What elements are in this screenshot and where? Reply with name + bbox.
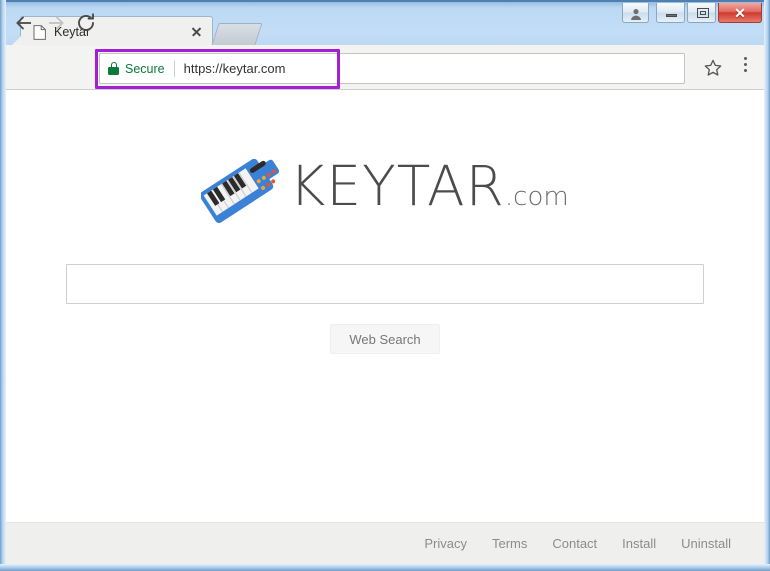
footer-link-contact[interactable]: Contact: [552, 536, 597, 551]
lock-icon: [108, 62, 119, 75]
forward-button: [44, 11, 68, 35]
address-bar[interactable]: Secure https://keytar.com: [99, 53, 685, 84]
close-window-button[interactable]: ✕: [718, 3, 762, 23]
close-icon: ✕: [719, 3, 761, 22]
back-button[interactable]: [12, 11, 36, 35]
person-account-button[interactable]: [622, 3, 649, 23]
logo-wordmark: KEYTAR.com: [289, 159, 568, 214]
page-footer: Privacy Terms Contact Install Uninstall: [6, 522, 764, 564]
window-frame-left: [0, 0, 6, 571]
window-frame-bottom: [0, 564, 770, 571]
footer-link-uninstall[interactable]: Uninstall: [681, 536, 731, 551]
keytar-instrument-icon: [201, 142, 287, 230]
footer-link-privacy[interactable]: Privacy: [424, 536, 467, 551]
minimize-icon: [666, 14, 677, 17]
window-controls: ✕: [622, 3, 762, 23]
reload-button[interactable]: [74, 11, 98, 35]
tab-close-icon[interactable]: [188, 24, 204, 40]
maximize-icon: [697, 8, 709, 18]
logo-suffix: .com: [505, 182, 569, 212]
bookmark-star-icon[interactable]: [703, 58, 723, 78]
browser-menu-icon[interactable]: [737, 57, 753, 77]
maximize-button[interactable]: [687, 3, 716, 23]
new-tab-button[interactable]: [211, 23, 262, 45]
security-status-label: Secure: [125, 62, 165, 76]
logo-name: KEYTAR: [289, 154, 505, 218]
title-bar: Keytar ✕: [0, 0, 770, 45]
page-content: KEYTAR.com Web Search Privacy Terms Cont…: [6, 90, 764, 564]
search-input[interactable]: [66, 264, 704, 304]
browser-window: Keytar ✕: [0, 0, 770, 571]
site-logo: KEYTAR.com: [6, 142, 764, 230]
omnibox-divider: [174, 61, 175, 77]
person-icon: [629, 7, 642, 20]
url-text: https://keytar.com: [184, 61, 286, 76]
footer-link-install[interactable]: Install: [622, 536, 656, 551]
window-frame-right: [764, 0, 770, 571]
web-search-button[interactable]: Web Search: [330, 324, 440, 354]
footer-link-terms[interactable]: Terms: [492, 536, 527, 551]
minimize-button[interactable]: [656, 3, 685, 23]
